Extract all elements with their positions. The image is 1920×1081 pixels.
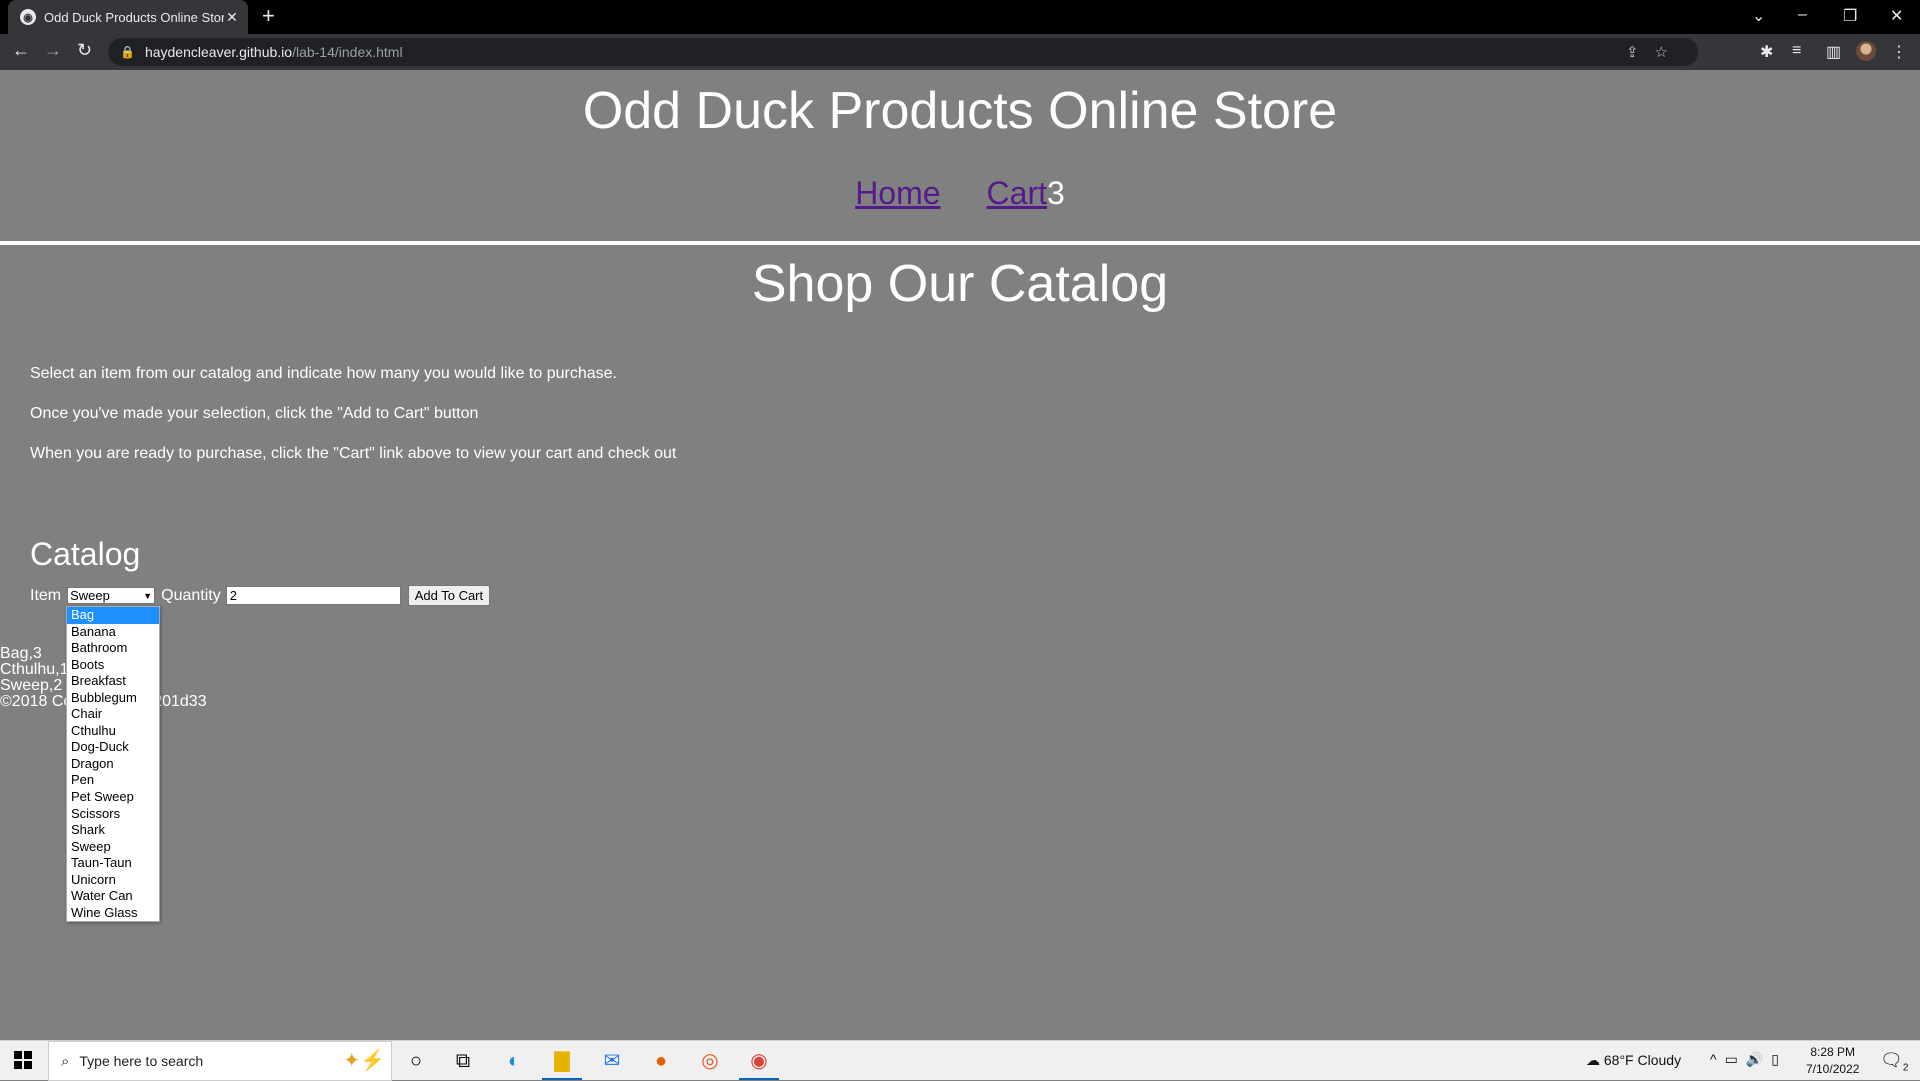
main-nav: Home Cart3 [0, 175, 1920, 212]
dropdown-option[interactable]: Sweep [67, 839, 159, 856]
chevron-down-icon: ▼ [143, 590, 153, 601]
close-window-icon[interactable]: ✕ [1890, 6, 1903, 26]
header-divider [0, 241, 1920, 245]
quantity-label: Quantity [161, 586, 221, 604]
forward-icon[interactable]: → [44, 40, 62, 61]
dropdown-option[interactable]: Cthulhu [67, 723, 159, 740]
dropdown-option[interactable]: Dog-Duck [67, 739, 159, 756]
windows-start-icon[interactable] [14, 1051, 32, 1069]
dropdown-option[interactable]: Bubblegum [67, 690, 159, 707]
search-highlight-icon: ✦⚡ [343, 1050, 385, 1072]
system-tray-icons[interactable]: ^▭🔊▯ [1710, 1051, 1787, 1068]
new-tab-button[interactable]: + [262, 4, 275, 28]
notification-count: 2 [1902, 1062, 1909, 1074]
dropdown-option[interactable]: Dragon [67, 756, 159, 773]
side-panel-icon[interactable]: ▥ [1826, 42, 1841, 62]
add-to-cart-button[interactable]: Add To Cart [407, 585, 491, 606]
extensions-icon[interactable]: ✱ [1760, 42, 1773, 62]
dropdown-option[interactable]: Pet Sweep [67, 789, 159, 806]
address-bar[interactable]: 🔒 haydencleaver.github.io/lab-14/index.h… [108, 38, 1698, 66]
site-title: Odd Duck Products Online Store [582, 82, 1338, 140]
catalog-heading: Catalog [30, 536, 141, 572]
clock-time: 8:28 PM [1810, 1045, 1856, 1059]
item-dropdown-list: Bag Banana Bathroom Boots Breakfast Bubblegum… [66, 606, 160, 923]
chrome-icon[interactable]: ◉ [747, 1049, 771, 1073]
cart-count: 3 [1047, 175, 1065, 211]
clock-date: 7/10/2022 [1806, 1062, 1860, 1076]
browser-tab-strip: ◉ Odd Duck Products Online Store ✕ + ⌄ –… [0, 0, 1920, 34]
notification-icon[interactable]: 🗨2 [1880, 1050, 1908, 1074]
shop-title: Shop Our Catalog [751, 255, 1169, 313]
dropdown-option[interactable]: Wine Glass [67, 905, 159, 922]
dropdown-option[interactable]: Banana [67, 624, 159, 641]
github-icon: ◉ [20, 9, 36, 25]
quantity-input[interactable]: 2 [225, 586, 401, 605]
tab-title: Odd Duck Products Online Store [44, 9, 224, 25]
cloud-icon: ☁ [1586, 1052, 1604, 1068]
lock-icon: 🔒 [120, 45, 135, 59]
dropdown-option[interactable]: Chair [67, 706, 159, 723]
clock[interactable]: 8:28 PM 7/10/2022 [1806, 1044, 1859, 1078]
profile-avatar[interactable] [1856, 41, 1876, 61]
media-icon[interactable]: ≡ [1792, 42, 1801, 60]
browser-toolbar: ← → ↻ 🔒 haydencleaver.github.io/lab-14/i… [0, 34, 1920, 70]
taskbar-search-placeholder: Type here to search [79, 1053, 204, 1069]
file-explorer-icon[interactable]: ▇ [550, 1049, 574, 1073]
restore-icon[interactable]: ❐ [1843, 6, 1857, 26]
catalog-form: Item Sweep ▼ Quantity 2 Add To Cart [30, 585, 491, 606]
item-label: Item [30, 586, 62, 604]
url-host: haydencleaver.github.io [144, 44, 293, 60]
dropdown-option[interactable]: Unicorn [67, 872, 159, 889]
nav-home-link[interactable]: Home [855, 175, 940, 211]
item-select-value: Sweep [70, 588, 110, 603]
tab-search-icon[interactable]: ⌄ [1752, 6, 1765, 26]
dropdown-option[interactable]: Scissors [67, 806, 159, 823]
browser-tab[interactable]: ◉ Odd Duck Products Online Store ✕ [8, 0, 248, 34]
share-and-bookmark-icons[interactable]: ⇪☆ [1626, 43, 1684, 61]
taskbar-search[interactable]: ⌕ Type here to search ✦⚡ [48, 1041, 392, 1081]
dropdown-option[interactable]: Bathroom [67, 640, 159, 657]
dropdown-option[interactable]: Boots [67, 657, 159, 674]
weather-text: 68°F Cloudy [1603, 1052, 1682, 1068]
page: Odd Duck Products Online Store Home Cart3… [0, 70, 1920, 1040]
taskbar: ⌕ Type here to search ✦⚡ ○ ⧉ ◐ ▇ ✉ ● ◎ ◉… [0, 1040, 1920, 1081]
mail-icon[interactable]: ✉ [600, 1049, 624, 1073]
weather-widget[interactable]: ☁ 68°F Cloudy [1586, 1052, 1681, 1069]
nav-cart-link[interactable]: Cart [987, 175, 1047, 211]
edge-icon[interactable]: ◐ [502, 1049, 526, 1073]
close-tab-icon[interactable]: ✕ [224, 9, 240, 26]
reload-icon[interactable]: ↻ [77, 40, 92, 61]
dropdown-option[interactable]: Pen [67, 772, 159, 789]
task-view-icon[interactable]: ⧉ [451, 1049, 475, 1073]
ubuntu-icon[interactable]: ◎ [698, 1049, 722, 1073]
instruction-1: Select an item from our catalog and indi… [30, 365, 617, 382]
dropdown-option[interactable]: Shark [67, 822, 159, 839]
firefox-icon[interactable]: ● [649, 1049, 673, 1073]
dropdown-option[interactable]: Bag [67, 607, 159, 624]
instruction-2: Once you've made your selection, click t… [30, 405, 479, 422]
dropdown-option[interactable]: Breakfast [67, 673, 159, 690]
menu-icon[interactable]: ⋮ [1891, 42, 1907, 62]
cortana-icon[interactable]: ○ [404, 1049, 428, 1073]
minimize-icon[interactable]: – [1798, 6, 1807, 24]
back-icon[interactable]: ← [12, 40, 30, 61]
search-icon: ⌕ [61, 1052, 70, 1070]
item-select[interactable]: Sweep ▼ [67, 587, 156, 604]
dropdown-option[interactable]: Taun-Taun [67, 855, 159, 872]
url-path: /lab-14/index.html [292, 44, 403, 60]
dropdown-option[interactable]: Water Can [67, 888, 159, 905]
instruction-3: When you are ready to purchase, click th… [30, 445, 677, 462]
